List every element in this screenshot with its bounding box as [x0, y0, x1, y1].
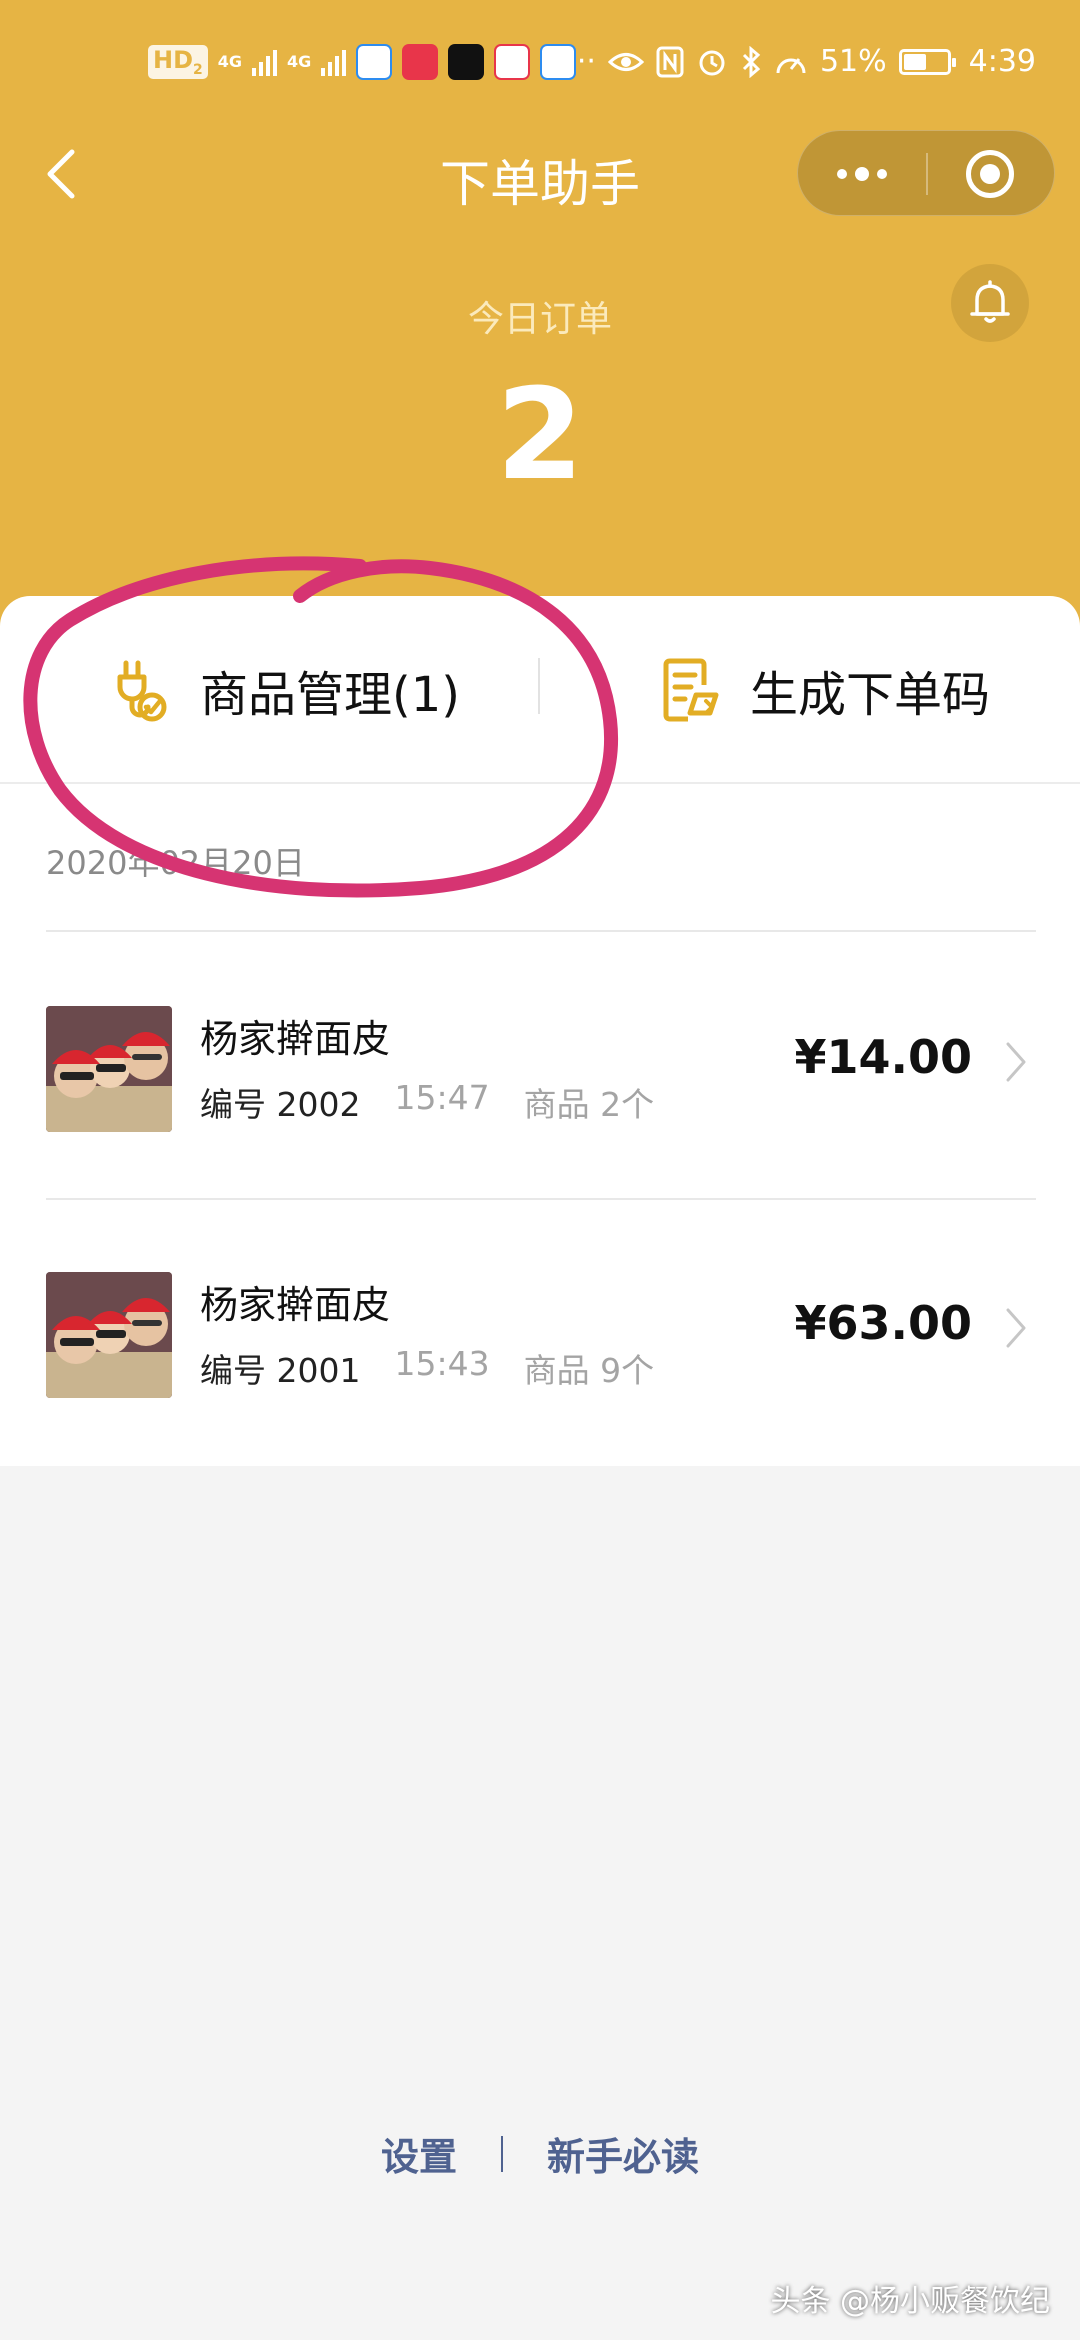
signal-icon-2	[321, 48, 347, 76]
avatar-image	[46, 1006, 172, 1132]
order-row[interactable]: 杨家擀面皮 编号 2002 15:47 商品 2个 ¥14.00	[0, 932, 1080, 1198]
clock: 4:39	[968, 44, 1036, 79]
order-item-count: 商品 9个	[523, 1351, 655, 1390]
close-miniprogram-icon[interactable]	[966, 150, 1014, 198]
today-orders-label: 今日订单	[467, 299, 612, 340]
status-right: ··· 51% 4:39	[567, 44, 1036, 79]
footer-links: 设置 新手必读	[0, 2126, 1080, 2181]
goods-management-button[interactable]: 商品管理(1)	[108, 596, 528, 784]
battery-level	[903, 53, 927, 70]
order-number: 编号 2001	[200, 1351, 361, 1390]
order-price: ¥63.00	[794, 1296, 972, 1350]
battery-percent: 51%	[819, 44, 887, 79]
tiktok-app-icon	[448, 44, 485, 80]
signal-icon	[252, 48, 278, 76]
hd-sub: 2	[193, 61, 203, 78]
today-orders-count: 2	[496, 361, 584, 508]
shop-name: 杨家擀面皮	[200, 1017, 391, 1061]
net-label-1: 4G	[217, 52, 243, 71]
status-left: HD2 4G 4G	[148, 44, 577, 80]
nfc-icon	[656, 46, 684, 77]
more-notifications-icon: ···	[567, 44, 596, 79]
capsule-divider	[926, 153, 928, 195]
hd-badge: HD2	[148, 45, 208, 79]
order-price: ¥14.00	[794, 1030, 972, 1084]
miniprogram-capsule	[797, 130, 1055, 216]
shop-avatar	[46, 1272, 172, 1398]
order-meta: 编号 2001 15:43 商品 9个	[200, 1344, 654, 1392]
action-divider	[538, 658, 540, 714]
generate-code-icon	[663, 658, 719, 722]
order-time: 15:47	[394, 1078, 490, 1117]
speed-icon	[776, 57, 806, 73]
generate-order-code-button[interactable]: 生成下单码	[658, 596, 1058, 784]
action-bar: 商品管理(1) 生成下单码	[0, 596, 1080, 784]
eye-icon	[607, 52, 644, 71]
beginner-guide-link[interactable]: 新手必读	[547, 2126, 699, 2181]
status-bar: HD2 4G 4G ··· 51% 4:39	[0, 0, 1080, 130]
order-date: 2020年02月20日	[46, 844, 305, 882]
alarm-icon	[699, 50, 725, 75]
goods-management-icon	[117, 660, 167, 722]
youku-app-icon	[356, 44, 393, 80]
order-number: 编号 2002	[200, 1085, 361, 1124]
net-label-2: 4G	[287, 52, 312, 71]
order-item-count: 商品 2个	[523, 1085, 655, 1124]
settings-link[interactable]: 设置	[381, 2126, 457, 2181]
bluetooth-icon	[742, 45, 761, 78]
avatar-image	[46, 1272, 172, 1398]
shop-name: 杨家擀面皮	[200, 1283, 391, 1327]
watermark: 头条 @杨小贩餐饮纪	[770, 2284, 1050, 2319]
footer-divider	[501, 2135, 503, 2172]
generate-code-label: 生成下单码	[750, 667, 991, 723]
chevron-right-icon	[1006, 1042, 1026, 1082]
video-app-icon	[494, 44, 531, 80]
goods-management-label: 商品管理(1)	[200, 667, 460, 723]
order-row[interactable]: 杨家擀面皮 编号 2001 15:43 商品 9个 ¥63.00	[0, 1198, 1080, 1464]
battery-icon	[898, 48, 956, 75]
chevron-right-icon	[1006, 1308, 1026, 1348]
more-menu-button[interactable]	[798, 131, 926, 217]
reader-app-icon	[402, 44, 439, 80]
order-time: 15:43	[394, 1344, 490, 1383]
main-card: 商品管理(1) 生成下单码 2020年02月20日 杨家擀面皮 编号 2002 …	[0, 596, 1080, 1466]
order-meta: 编号 2002 15:47 商品 2个	[200, 1078, 654, 1126]
hd-text: HD	[153, 46, 194, 75]
shop-avatar	[46, 1006, 172, 1132]
